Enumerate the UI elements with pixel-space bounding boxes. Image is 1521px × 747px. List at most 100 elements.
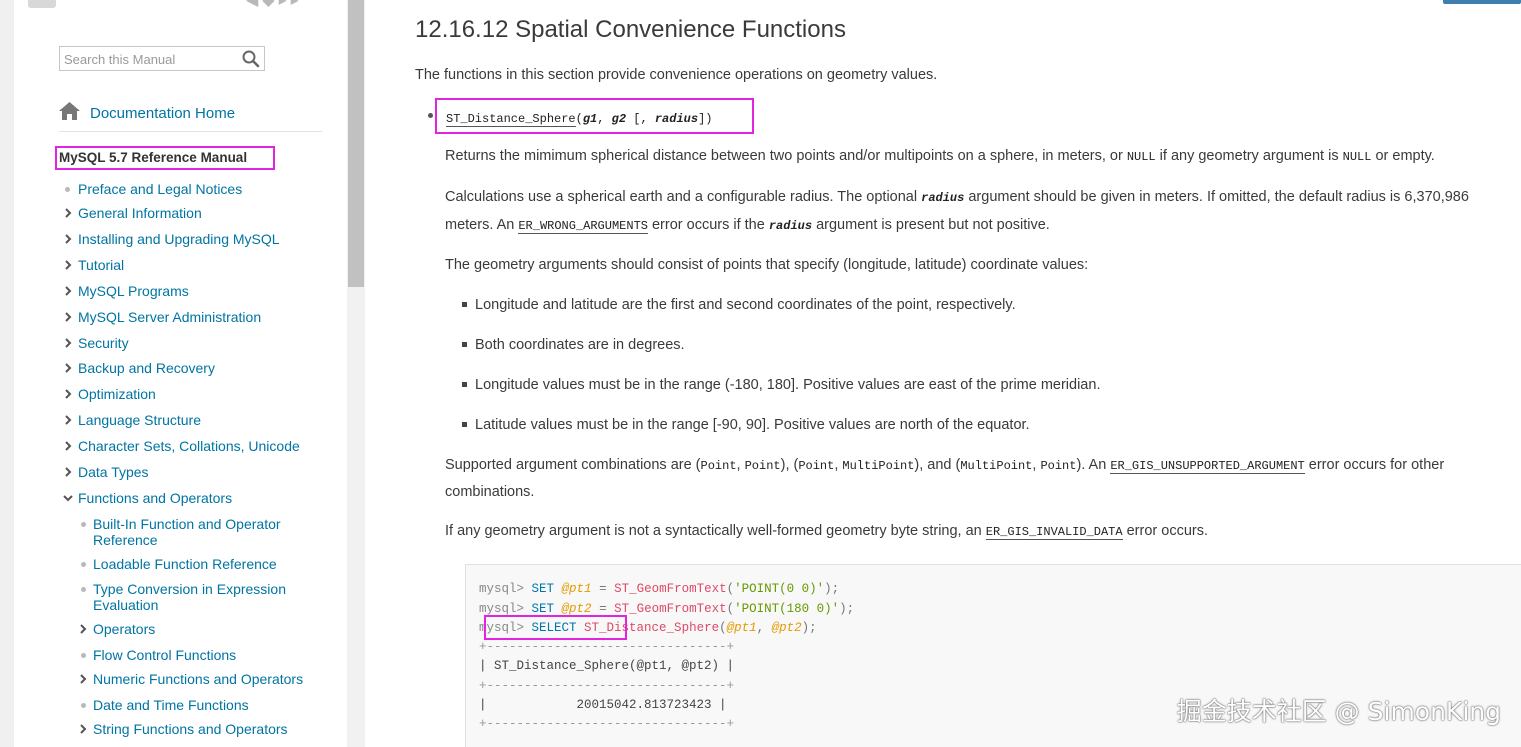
code-variable: @pt1 xyxy=(726,621,757,635)
toc-item-tutorial[interactable]: Tutorial xyxy=(78,257,124,273)
code-operator: = xyxy=(591,582,615,596)
code-punct: ( xyxy=(726,582,735,596)
chevron-right-icon[interactable] xyxy=(63,389,73,399)
bullet-square-icon xyxy=(462,382,467,387)
top-right-button[interactable] xyxy=(1443,0,1521,4)
sidebar-scrollbar-thumb[interactable] xyxy=(348,0,364,287)
toc-subitem-label-line1: Built-In Function and Operator xyxy=(93,516,281,532)
code-punct: ( xyxy=(719,621,727,635)
radius-arg: radius xyxy=(921,191,965,205)
toc-item-character-sets[interactable]: Character Sets, Collations, Unicode xyxy=(78,438,300,454)
list-item: Both coordinates are in degrees. xyxy=(475,337,685,353)
description-paragraph-2: Calculations use a spherical earth and a… xyxy=(445,184,1469,239)
text-span: Calculations use a spherical earth and a… xyxy=(445,189,922,205)
text-span: error occurs. xyxy=(1122,523,1209,539)
chevron-right-icon[interactable] xyxy=(63,338,73,348)
code-prompt: mysql> xyxy=(479,602,532,616)
toc-subitem-loadable-function[interactable]: Loadable Function Reference xyxy=(93,556,277,572)
watermark: 掘金技术社区 @ SimonKing xyxy=(1176,697,1501,726)
list-item: Longitude values must be in the range (-… xyxy=(475,377,1101,393)
documentation-home-link[interactable]: Documentation Home xyxy=(59,101,235,124)
toc-item-server-administration[interactable]: MySQL Server Administration xyxy=(78,309,261,325)
toc-subitem-flow-control[interactable]: Flow Control Functions xyxy=(93,647,236,663)
chevron-right-icon[interactable] xyxy=(63,208,73,218)
chevron-right-icon[interactable] xyxy=(78,724,88,734)
toc-item-language-structure[interactable]: Language Structure xyxy=(78,412,201,428)
text-span: ). An xyxy=(1076,457,1111,473)
text-span: error occurs for other xyxy=(1304,457,1445,473)
chevron-right-icon[interactable] xyxy=(63,286,73,296)
chevron-right-icon[interactable] xyxy=(63,467,73,477)
toc-item-optimization[interactable]: Optimization xyxy=(78,386,156,402)
code-table-border: +--------------------------------+ xyxy=(479,679,735,693)
toc-subitem-date-time[interactable]: Date and Time Functions xyxy=(93,697,249,713)
description-paragraph-1: Returns the mimimum spherical distance b… xyxy=(445,143,1435,170)
bullet-dot-icon xyxy=(81,653,86,658)
type-literal: MultiPoint xyxy=(842,459,915,473)
chevron-down-icon[interactable] xyxy=(63,493,73,503)
search-input[interactable] xyxy=(64,50,239,68)
error-code-link[interactable]: ER_WRONG_ARGUMENTS xyxy=(518,219,648,234)
function-name-link[interactable]: ST_Distance_Sphere xyxy=(446,112,576,127)
toc-item-data-types[interactable]: Data Types xyxy=(78,464,149,480)
text-span: error occurs if the xyxy=(647,217,769,233)
chevron-right-icon[interactable] xyxy=(63,363,73,373)
code-function: ST_GeomFromText xyxy=(614,582,727,596)
toc-subitem-operators[interactable]: Operators xyxy=(93,621,155,637)
chevron-right-icon[interactable] xyxy=(78,674,88,684)
chevron-right-icon[interactable] xyxy=(63,234,73,244)
sig-close: ]) xyxy=(698,112,713,126)
chevron-right-icon[interactable] xyxy=(63,415,73,425)
chevron-right-icon[interactable] xyxy=(78,624,88,634)
collapse-tab[interactable] xyxy=(28,0,56,8)
chevron-right-icon[interactable] xyxy=(63,312,73,322)
toc-item-backup-recovery[interactable]: Backup and Recovery xyxy=(78,360,215,376)
code-keyword: SET xyxy=(531,602,555,616)
toc-subitem-label-line2: Evaluation xyxy=(93,597,159,613)
description-paragraph-5: If any geometry argument is not a syntac… xyxy=(445,518,1208,545)
toc-item-security[interactable]: Security xyxy=(78,335,129,351)
bullet-dot-icon xyxy=(65,187,70,192)
type-literal: Point xyxy=(1040,459,1077,473)
bullet-square-icon xyxy=(462,422,467,427)
toc-item-installing[interactable]: Installing and Upgrading MySQL xyxy=(78,231,280,247)
toc-item-preface[interactable]: Preface and Legal Notices xyxy=(78,181,242,197)
sig-arg-g2: g2 xyxy=(611,112,627,126)
code-prompt: mysql> xyxy=(479,582,532,596)
toc-subitem-builtin-reference[interactable]: Built-In Function and Operator Reference xyxy=(93,516,281,548)
code-table-border: +--------------------------------+ xyxy=(479,640,735,654)
nav-arrows-icon[interactable]: ◀◆▸▸ xyxy=(246,0,303,10)
null-literal: NULL xyxy=(1342,150,1372,164)
code-line: mysql> SET @pt1 = ST_GeomFromText('POINT… xyxy=(479,582,839,596)
toc-subitem-type-conversion[interactable]: Type Conversion in Expression Evaluation xyxy=(93,581,286,613)
toc-subitem-numeric-functions[interactable]: Numeric Functions and Operators xyxy=(93,671,303,687)
code-string: 'POINT(180 0)' xyxy=(734,602,840,616)
toc-subitem-label-line1: Type Conversion in Expression xyxy=(93,581,286,597)
toc-item-general-information[interactable]: General Information xyxy=(78,205,202,221)
error-code-link[interactable]: ER_GIS_INVALID_DATA xyxy=(985,525,1123,540)
code-operator: = xyxy=(591,602,615,616)
text-span: meters. An xyxy=(445,217,519,233)
sidebar-divider xyxy=(59,131,322,132)
text-span: ), ( xyxy=(780,457,799,473)
sig-arg-g1: g1 xyxy=(582,112,598,126)
chevron-right-icon[interactable] xyxy=(63,441,73,451)
type-literal: Point xyxy=(700,459,737,473)
text-span: argument is present but not positive. xyxy=(812,217,1050,233)
chevron-right-icon[interactable] xyxy=(63,260,73,270)
error-code-link[interactable]: ER_GIS_UNSUPPORTED_ARGUMENT xyxy=(1110,459,1305,474)
toc-item-mysql-programs[interactable]: MySQL Programs xyxy=(78,283,189,299)
function-signature: ST_Distance_Sphere(g1, g2 [, radius]) xyxy=(435,98,754,134)
bullet-dot-icon xyxy=(81,522,86,527)
code-table-border: +--------------------------------+ xyxy=(479,717,735,731)
manual-title[interactable]: MySQL 5.7 Reference Manual xyxy=(55,146,275,170)
search-icon[interactable] xyxy=(241,49,261,69)
sig-comma: , xyxy=(597,112,612,126)
code-punct: ); xyxy=(839,602,855,616)
text-span: or empty. xyxy=(1371,148,1435,164)
code-variable: @pt1 xyxy=(561,582,592,596)
sig-arg-radius: radius xyxy=(654,112,699,126)
toc-item-functions-operators[interactable]: Functions and Operators xyxy=(78,490,232,506)
code-punct: ); xyxy=(801,621,817,635)
toc-subitem-string-functions[interactable]: String Functions and Operators xyxy=(93,721,288,737)
